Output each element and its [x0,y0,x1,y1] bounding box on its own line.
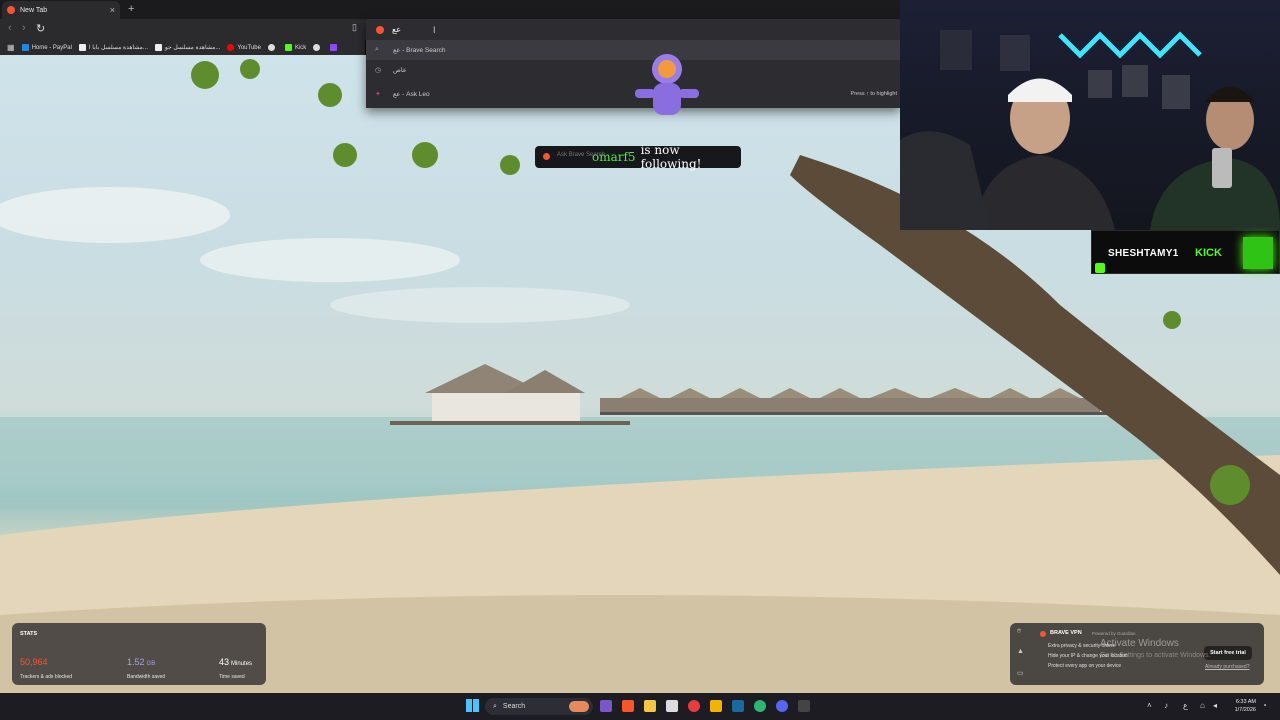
activate-windows-watermark: Activate Windows [1100,638,1179,649]
tab-title: New Tab [20,6,48,14]
follow-message: is now following! [640,143,702,171]
clock-time: 6:33 AM [1235,699,1256,705]
bookmark-item[interactable] [313,44,323,51]
apps-grid-icon[interactable]: ▦ [7,43,15,52]
bookmark-item[interactable]: YouTube [227,44,261,51]
time-label: Time saved [219,674,245,680]
forward-arrow-icon[interactable]: › [22,22,26,34]
address-bar[interactable]: عع I [366,19,900,40]
bookmark-item[interactable]: مشاهدة مسلسل جو... [154,44,220,51]
astronaut-mascot-icon [635,54,699,115]
ghost-text: Ask Brave Search [557,152,606,158]
time-unit: Minutes [231,661,253,667]
steam-icon[interactable] [732,700,744,712]
globe-icon [267,44,275,51]
app-icon[interactable] [710,700,722,712]
bookmark-item[interactable] [267,44,278,51]
app-icon[interactable] [798,700,810,712]
vpn-shield-icon [1040,631,1046,637]
start-free-trial-button[interactable]: Start free trial [1204,646,1252,660]
trackers-label: Trackers & ads blocked [20,674,73,680]
twitch-icon [330,44,338,51]
history-icon: ◷ [375,67,382,74]
tab-strip: New Tab × + [0,0,900,19]
close-tab-icon[interactable]: × [110,5,115,15]
globe-icon [313,44,321,51]
widget-sidebar: ⌾ ▲ ▭ [1010,623,1032,685]
bookmark-item[interactable]: مشاهدة مسلسل بابا ا... [78,44,148,51]
bandwidth-unit: GB [146,661,156,667]
text-cursor-icon: I [433,24,436,35]
copilot-icon[interactable] [600,700,612,712]
brave-shield-icon [543,153,550,160]
kick-icon [284,44,292,51]
bandwidth-label: Bandwidth saved [127,674,166,680]
stats-heading: STATS [20,631,38,637]
bookmark-item[interactable]: Home - PayPal [21,44,72,51]
time-stat: 43 Minutes Time saved [219,652,252,680]
bookmark-item[interactable]: Kick [284,44,306,51]
trackers-stat: 50,964 Trackers & ads blocked [20,652,72,680]
chrome-icon[interactable] [688,700,700,712]
leo-icon: ✦ [375,91,381,98]
tab-new-tab[interactable]: New Tab × [2,1,120,19]
bookmark-item[interactable] [330,44,340,51]
search-label: Search [502,703,526,710]
trackers-value: 50,964 [20,657,48,667]
network-icon[interactable]: ⌂ [1200,701,1205,710]
paypal-icon [21,44,29,51]
taskbar-search[interactable]: ⌕ Search [485,698,593,715]
time-value: 43 [219,657,230,667]
search-highlight-icon [569,701,589,712]
bandwidth-value: 1.52 [127,657,145,667]
new-tab-button[interactable]: + [128,3,134,15]
vpn-feature: Protect every app on your device [1048,663,1122,669]
notification-bell-icon[interactable]: ◔ [1262,701,1267,710]
volume-icon[interactable]: ◂ [1213,701,1217,710]
brave-stats-widget: STATS 50,964 Trackers & ads blocked 1.52… [12,623,266,685]
brave-shield-icon [376,25,384,34]
alert-icon[interactable]: ▲ [1017,648,1024,655]
brave-browser-icon[interactable] [622,700,634,712]
omnibox-dropdown: عع I ⌕ عع - Brave Search ◷ عاص ✦ عع - As… [366,19,900,115]
bandwidth-stat: 1.52 GB Bandwidth saved [127,652,165,680]
already-purchased-link[interactable]: Already purchased? [1205,664,1249,670]
kick-logo-text: KICK [1195,247,1222,259]
clock-date: 1/7/2026 [1234,707,1256,713]
windows-taskbar: ⌕ Search ˄ ♪ ع ⌂ ◂ 6:33 AM 1/7/2026 ◔ [0,693,1280,720]
vpn-powered-by: Powered by Guardian [1092,631,1136,636]
page-icon [78,44,86,51]
webcam-overlay [900,0,1280,230]
keyboard-hint: Press ↑ to highlight [850,91,897,97]
windows-start-icon[interactable] [466,699,479,712]
edge-icon[interactable] [754,700,766,712]
search-icon: ⌕ [493,702,497,710]
discord-icon[interactable] [776,700,788,712]
page-icon [154,44,162,51]
store-icon[interactable] [666,700,678,712]
follow-alert: Ask Brave Search omarf5 is now following… [535,143,741,171]
back-arrow-icon[interactable]: ‹ [8,22,12,34]
brave-favicon-icon [7,6,15,14]
language-icon[interactable]: ع [1183,701,1188,710]
chevron-up-icon[interactable]: ˄ [1147,701,1152,710]
search-icon: ⌕ [375,46,379,53]
microphone-icon[interactable]: ♪ [1164,701,1168,710]
reload-icon[interactable]: ↻ [36,22,45,35]
kick-k-icon [1095,263,1105,273]
kick-channel-banner: SHESHTAMY1 KICK [1091,230,1280,274]
vpn-title: BRAVE VPN [1050,630,1082,636]
youtube-icon [227,44,235,51]
channel-name: SHESHTAMY1 [1108,248,1179,259]
address-input-value[interactable]: عع [392,25,401,34]
bookmark-icon[interactable]: ▯ [352,22,357,33]
location-pin-icon[interactable]: ⌾ [1017,628,1021,636]
file-explorer-icon[interactable] [644,700,656,712]
activate-windows-subtext: Go to Settings to activate Windows. [1100,652,1211,659]
card-icon[interactable]: ▭ [1017,669,1024,677]
system-clock[interactable]: 6:33 AM 1/7/2026 [1228,698,1256,714]
kick-logo-icon [1243,237,1273,269]
bookmarks-bar: ▦ Home - PayPal مشاهدة مسلسل بابا ا... م… [0,40,365,55]
